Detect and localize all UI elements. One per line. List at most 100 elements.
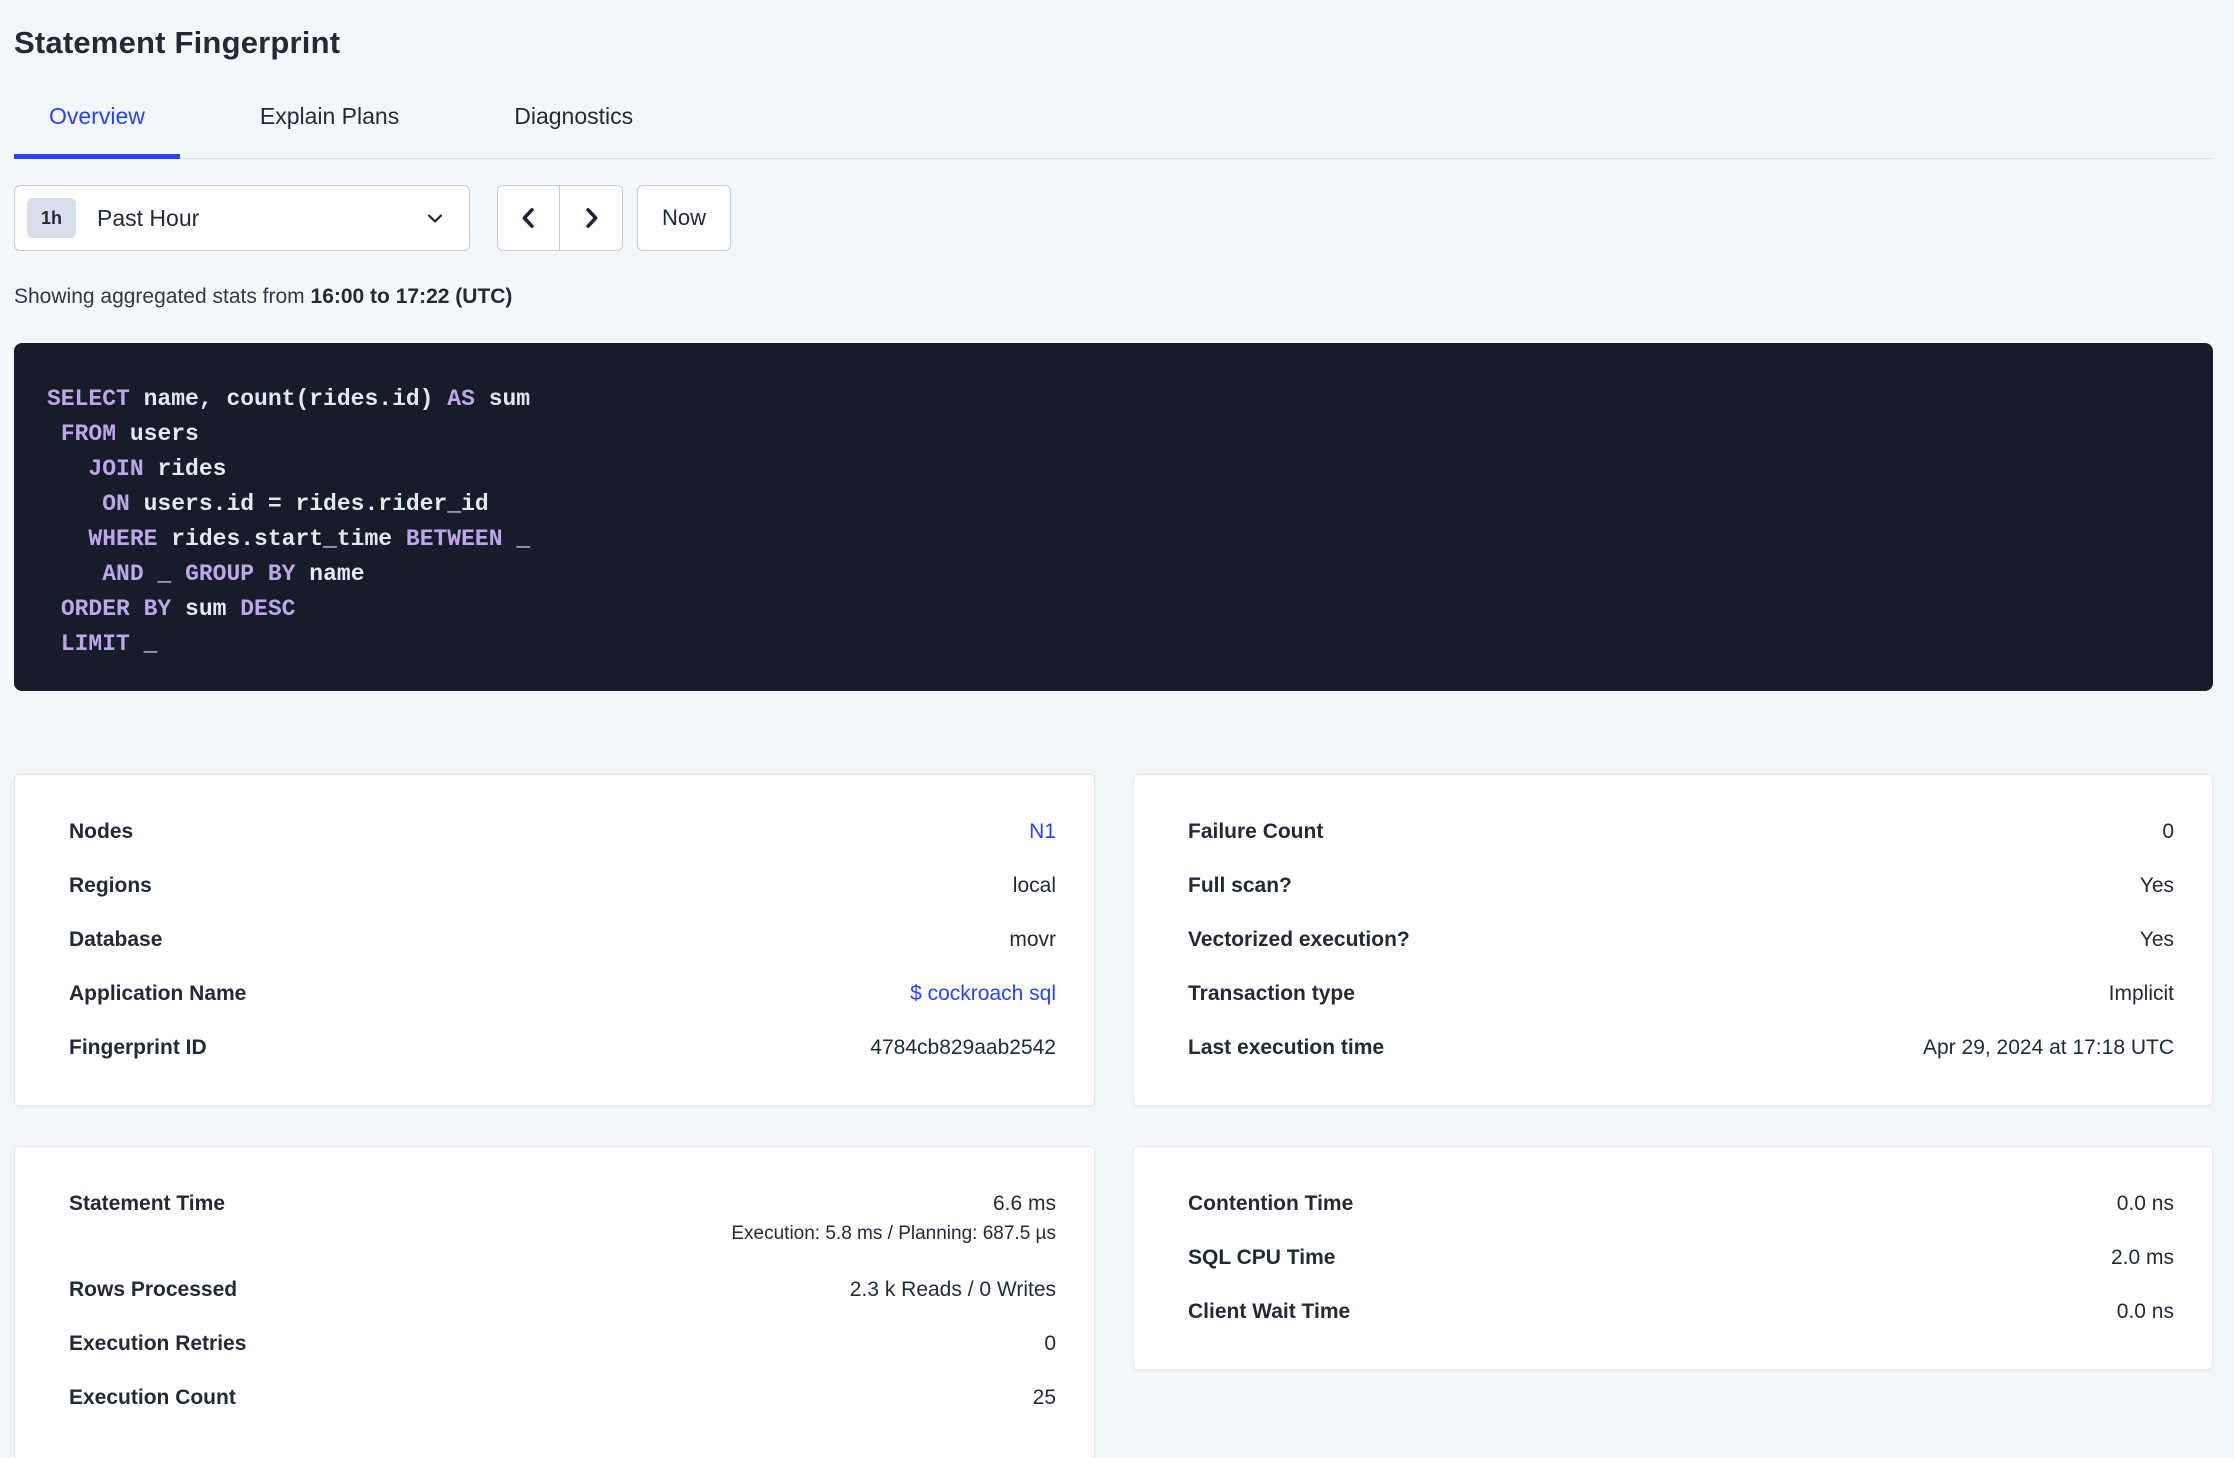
sql-line: ORDER BY sum DESC <box>47 592 2183 627</box>
row-rows-processed: Rows Processed 2.3 k Reads / 0 Writes <box>69 1263 1056 1317</box>
now-button[interactable]: Now <box>637 185 731 251</box>
sql-cpu-time-value: 2.0 ms <box>2110 1246 2174 1269</box>
sql-line: ON users.id = rides.rider_id <box>47 487 2183 522</box>
chevron-right-icon <box>577 204 605 232</box>
aggregated-stats-caption: Showing aggregated stats from 16:00 to 1… <box>14 284 2213 310</box>
sql-token: users.id = rides.rider_id <box>129 491 489 517</box>
statement-performance-card: Statement Time 6.6 ms Execution: 5.8 ms … <box>14 1146 1095 1458</box>
tab-diagnostics[interactable]: Diagnostics <box>479 76 668 159</box>
statement-time-breakdown: Execution: 5.8 ms / Planning: 687.5 µs <box>731 1223 1056 1244</box>
time-range-dropdown[interactable]: 1h Past Hour <box>14 185 470 251</box>
failure-count-value: 0 <box>2162 820 2174 843</box>
sql-token: SELECT <box>47 386 130 412</box>
client-wait-time-value: 0.0 ns <box>2116 1300 2174 1323</box>
sql-token: ORDER BY <box>60 596 172 622</box>
client-wait-time-label: Client Wait Time <box>1188 1300 1351 1323</box>
row-database: Database movr <box>69 913 1056 967</box>
sql-token: ON <box>102 491 130 517</box>
sql-token: name, count(rides.id) <box>129 386 448 412</box>
sql-token: GROUP BY <box>185 561 296 587</box>
caption-prefix: Showing aggregated stats from <box>14 285 311 308</box>
last-execution-time-label: Last execution time <box>1188 1036 1385 1059</box>
full-scan-value: Yes <box>2139 874 2174 897</box>
nodes-link[interactable]: N1 <box>1029 818 1056 846</box>
sql-line: WHERE rides.start_time BETWEEN _ <box>47 522 2183 557</box>
row-nodes: Nodes N1 <box>69 805 1056 859</box>
sql-line: JOIN rides <box>47 452 2183 487</box>
full-scan-label: Full scan? <box>1188 874 1292 897</box>
sql-statement-box: SELECT name, count(rides.id) AS sum FROM… <box>14 343 2213 691</box>
sql-token: FROM <box>60 421 117 447</box>
details-cards-row: Nodes N1 Regions local Database movr App… <box>14 774 2213 1106</box>
row-transaction-type: Transaction type Implicit <box>1188 967 2174 1021</box>
sql-token: JOIN <box>88 456 144 482</box>
fingerprint-id-value: 4784cb829aab2542 <box>870 1036 1056 1059</box>
sql-token: sum <box>171 596 241 622</box>
execution-count-label: Execution Count <box>69 1386 236 1409</box>
contention-time-value: 0.0 ns <box>2116 1192 2174 1215</box>
sql-line: LIMIT _ <box>47 627 2183 662</box>
sql-token: users <box>116 421 199 447</box>
statement-time-label: Statement Time <box>69 1192 225 1215</box>
statement-fingerprint-page: Statement Fingerprint Overview Explain P… <box>0 0 2234 1458</box>
statement-time-value: 6.6 ms <box>992 1192 1056 1215</box>
transaction-type-label: Transaction type <box>1188 982 1355 1005</box>
execution-retries-label: Execution Retries <box>69 1332 247 1355</box>
sql-token: rides <box>143 456 227 482</box>
previous-interval-button[interactable] <box>498 186 560 250</box>
database-value: movr <box>1009 928 1056 951</box>
regions-value: local <box>1012 874 1056 897</box>
fingerprint-id-label: Fingerprint ID <box>69 1036 207 1059</box>
regions-label: Regions <box>69 874 152 897</box>
sql-token: AS <box>447 386 475 412</box>
execution-count-value: 25 <box>1032 1386 1056 1409</box>
chevron-down-icon <box>423 206 447 230</box>
transaction-type-value: Implicit <box>2108 982 2174 1005</box>
database-label: Database <box>69 928 163 951</box>
page-title: Statement Fingerprint <box>14 25 341 60</box>
row-execution-count: Execution Count 25 <box>69 1371 1056 1425</box>
rows-processed-value: 2.3 k Reads / 0 Writes <box>849 1278 1056 1301</box>
sql-token: DESC <box>240 596 296 622</box>
time-range-label: Past Hour <box>97 204 200 231</box>
sql-token: sum <box>474 386 531 412</box>
row-vectorized-execution: Vectorized execution? Yes <box>1188 913 2174 967</box>
next-interval-button[interactable] <box>560 186 622 250</box>
performance-cards-row: Statement Time 6.6 ms Execution: 5.8 ms … <box>14 1146 2213 1458</box>
execution-attributes-card: Failure Count 0 Full scan? Yes Vectorize… <box>1133 774 2213 1106</box>
vectorized-execution-label: Vectorized execution? <box>1188 928 1410 951</box>
sql-token: AND <box>102 561 144 587</box>
failure-count-label: Failure Count <box>1188 820 1324 843</box>
sql-line: FROM users <box>47 417 2183 452</box>
row-full-scan: Full scan? Yes <box>1188 859 2174 913</box>
statement-details-card: Nodes N1 Regions local Database movr App… <box>14 774 1095 1106</box>
sql-token: _ <box>502 526 531 552</box>
caption-time-range: 16:00 to 17:22 (UTC) <box>310 285 513 308</box>
row-failure-count: Failure Count 0 <box>1188 805 2174 859</box>
row-fingerprint-id: Fingerprint ID 4784cb829aab2542 <box>69 1021 1056 1075</box>
rows-processed-label: Rows Processed <box>69 1278 238 1301</box>
time-range-badge: 1h <box>27 198 77 238</box>
sql-line: AND _ GROUP BY name <box>47 557 2183 592</box>
time-step-buttons <box>497 185 623 251</box>
tab-overview[interactable]: Overview <box>14 76 180 159</box>
last-execution-time-value: Apr 29, 2024 at 17:18 UTC <box>1923 1036 2174 1059</box>
sql-token: name <box>295 561 365 587</box>
row-execution-retries: Execution Retries 0 <box>69 1317 1056 1371</box>
sql-token: WHERE <box>88 526 158 552</box>
time-controls: 1h Past Hour Now <box>14 185 2213 251</box>
sql-token: _ <box>143 561 186 587</box>
tab-explain-plans[interactable]: Explain Plans <box>225 76 434 159</box>
row-application-name: Application Name $ cockroach sql <box>69 967 1056 1021</box>
chevron-left-icon <box>515 204 543 232</box>
contention-time-label: Contention Time <box>1188 1192 1354 1215</box>
application-name-link[interactable]: $ cockroach sql <box>910 980 1056 1008</box>
execution-retries-value: 0 <box>1044 1332 1056 1355</box>
